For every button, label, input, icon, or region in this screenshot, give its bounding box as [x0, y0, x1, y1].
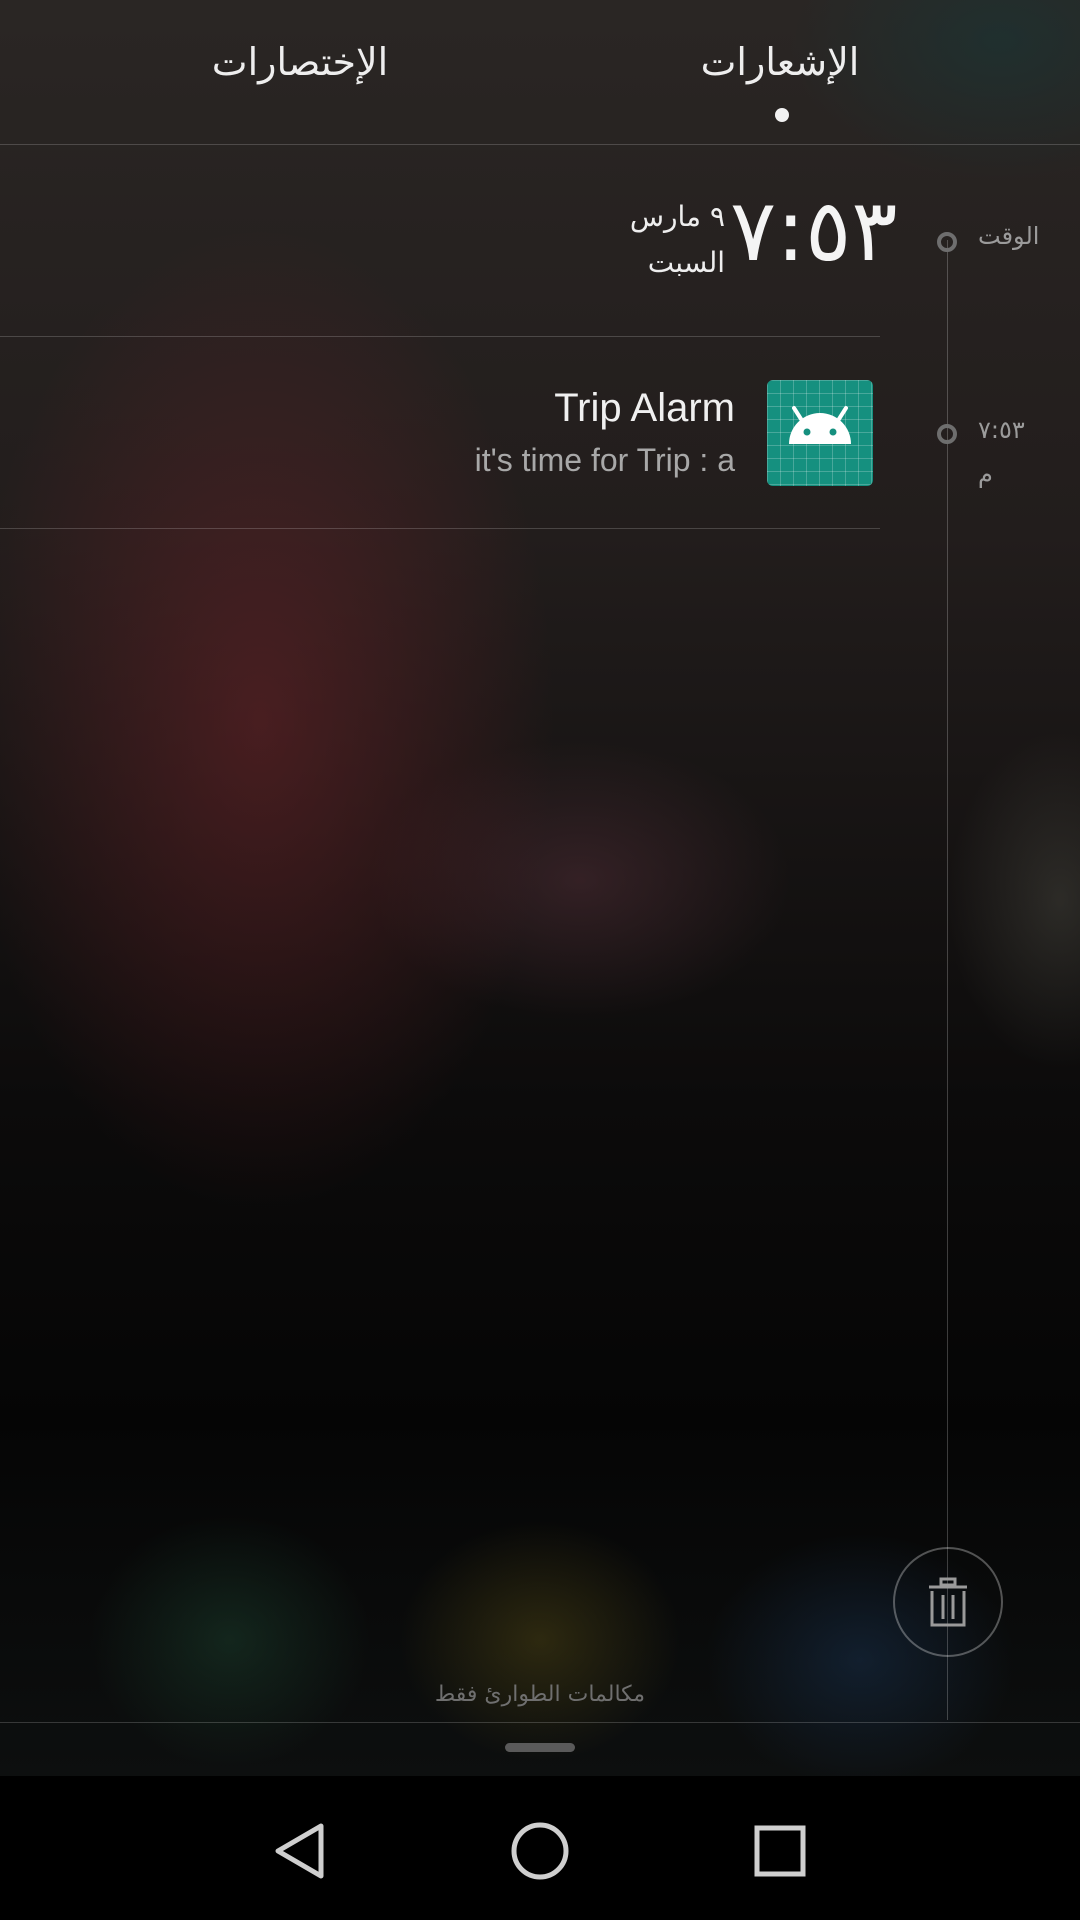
active-tab-indicator [775, 108, 789, 122]
timeline-line [947, 240, 948, 1720]
trash-icon [929, 1577, 967, 1627]
clock-time: ٧:٥٣ [730, 181, 898, 281]
notification-divider [0, 528, 880, 529]
clear-all-button[interactable] [893, 1547, 1003, 1657]
tab-notifications[interactable]: الإشعارات [690, 40, 870, 84]
home-button[interactable] [495, 1806, 585, 1896]
timeline-dot-time [937, 232, 957, 252]
back-button[interactable] [256, 1806, 346, 1896]
blurred-wallpaper [0, 0, 1080, 1776]
tabs-divider [0, 144, 1080, 145]
clock-weekday: السبت [647, 246, 725, 279]
tab-shortcuts[interactable]: الإختصارات [190, 40, 410, 84]
timeline-time-label: الوقت [978, 222, 1040, 250]
emergency-calls-only-text: مكالمات الطوارئ فقط [434, 1682, 646, 1707]
footer-divider [0, 1722, 1080, 1723]
notification-shade-tabs: الإشعارات الإختصارات [0, 0, 1080, 144]
drag-handle[interactable] [505, 1743, 575, 1752]
timeline-notification-ampm: م [978, 460, 993, 488]
home-circle-icon [511, 1822, 569, 1880]
notification-text: it's time for Trip : a [474, 442, 735, 478]
notification-title: Trip Alarm [554, 386, 735, 430]
android-robot-icon [767, 380, 873, 486]
timeline-notification-time: ٧:٥٣ [978, 416, 1025, 444]
timeline-dot-notification [937, 424, 957, 444]
recents-square-icon [754, 1825, 806, 1877]
back-triangle-icon [275, 1823, 324, 1879]
recents-button[interactable] [735, 1806, 825, 1896]
clock-divider [0, 336, 880, 337]
clock-date: ٩ مارس [629, 200, 725, 233]
navigation-bar [0, 1776, 1080, 1920]
